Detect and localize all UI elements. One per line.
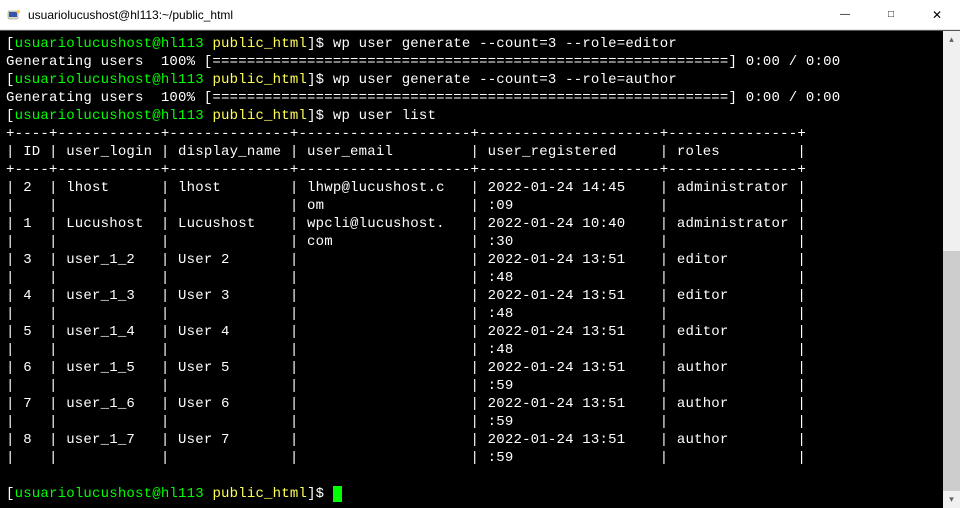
scroll-thumb[interactable] bbox=[943, 251, 960, 508]
scroll-down-icon[interactable]: ▾ bbox=[943, 491, 960, 508]
terminal-container: [usuariolucushost@hl113 public_html]$ wp… bbox=[0, 30, 960, 508]
scroll-up-icon[interactable]: ▴ bbox=[943, 31, 960, 48]
window-titlebar: usuariolucushost@hl113:~/public_html — □… bbox=[0, 0, 960, 30]
window-controls: — □ ✕ bbox=[822, 0, 960, 29]
terminal-output[interactable]: [usuariolucushost@hl113 public_html]$ wp… bbox=[0, 31, 943, 508]
putty-icon bbox=[6, 7, 22, 23]
window-title: usuariolucushost@hl113:~/public_html bbox=[28, 8, 822, 22]
minimize-button[interactable]: — bbox=[822, 0, 868, 29]
close-button[interactable]: ✕ bbox=[914, 0, 960, 29]
scrollbar-vertical[interactable]: ▴ ▾ bbox=[943, 31, 960, 508]
maximize-button[interactable]: □ bbox=[868, 0, 914, 29]
